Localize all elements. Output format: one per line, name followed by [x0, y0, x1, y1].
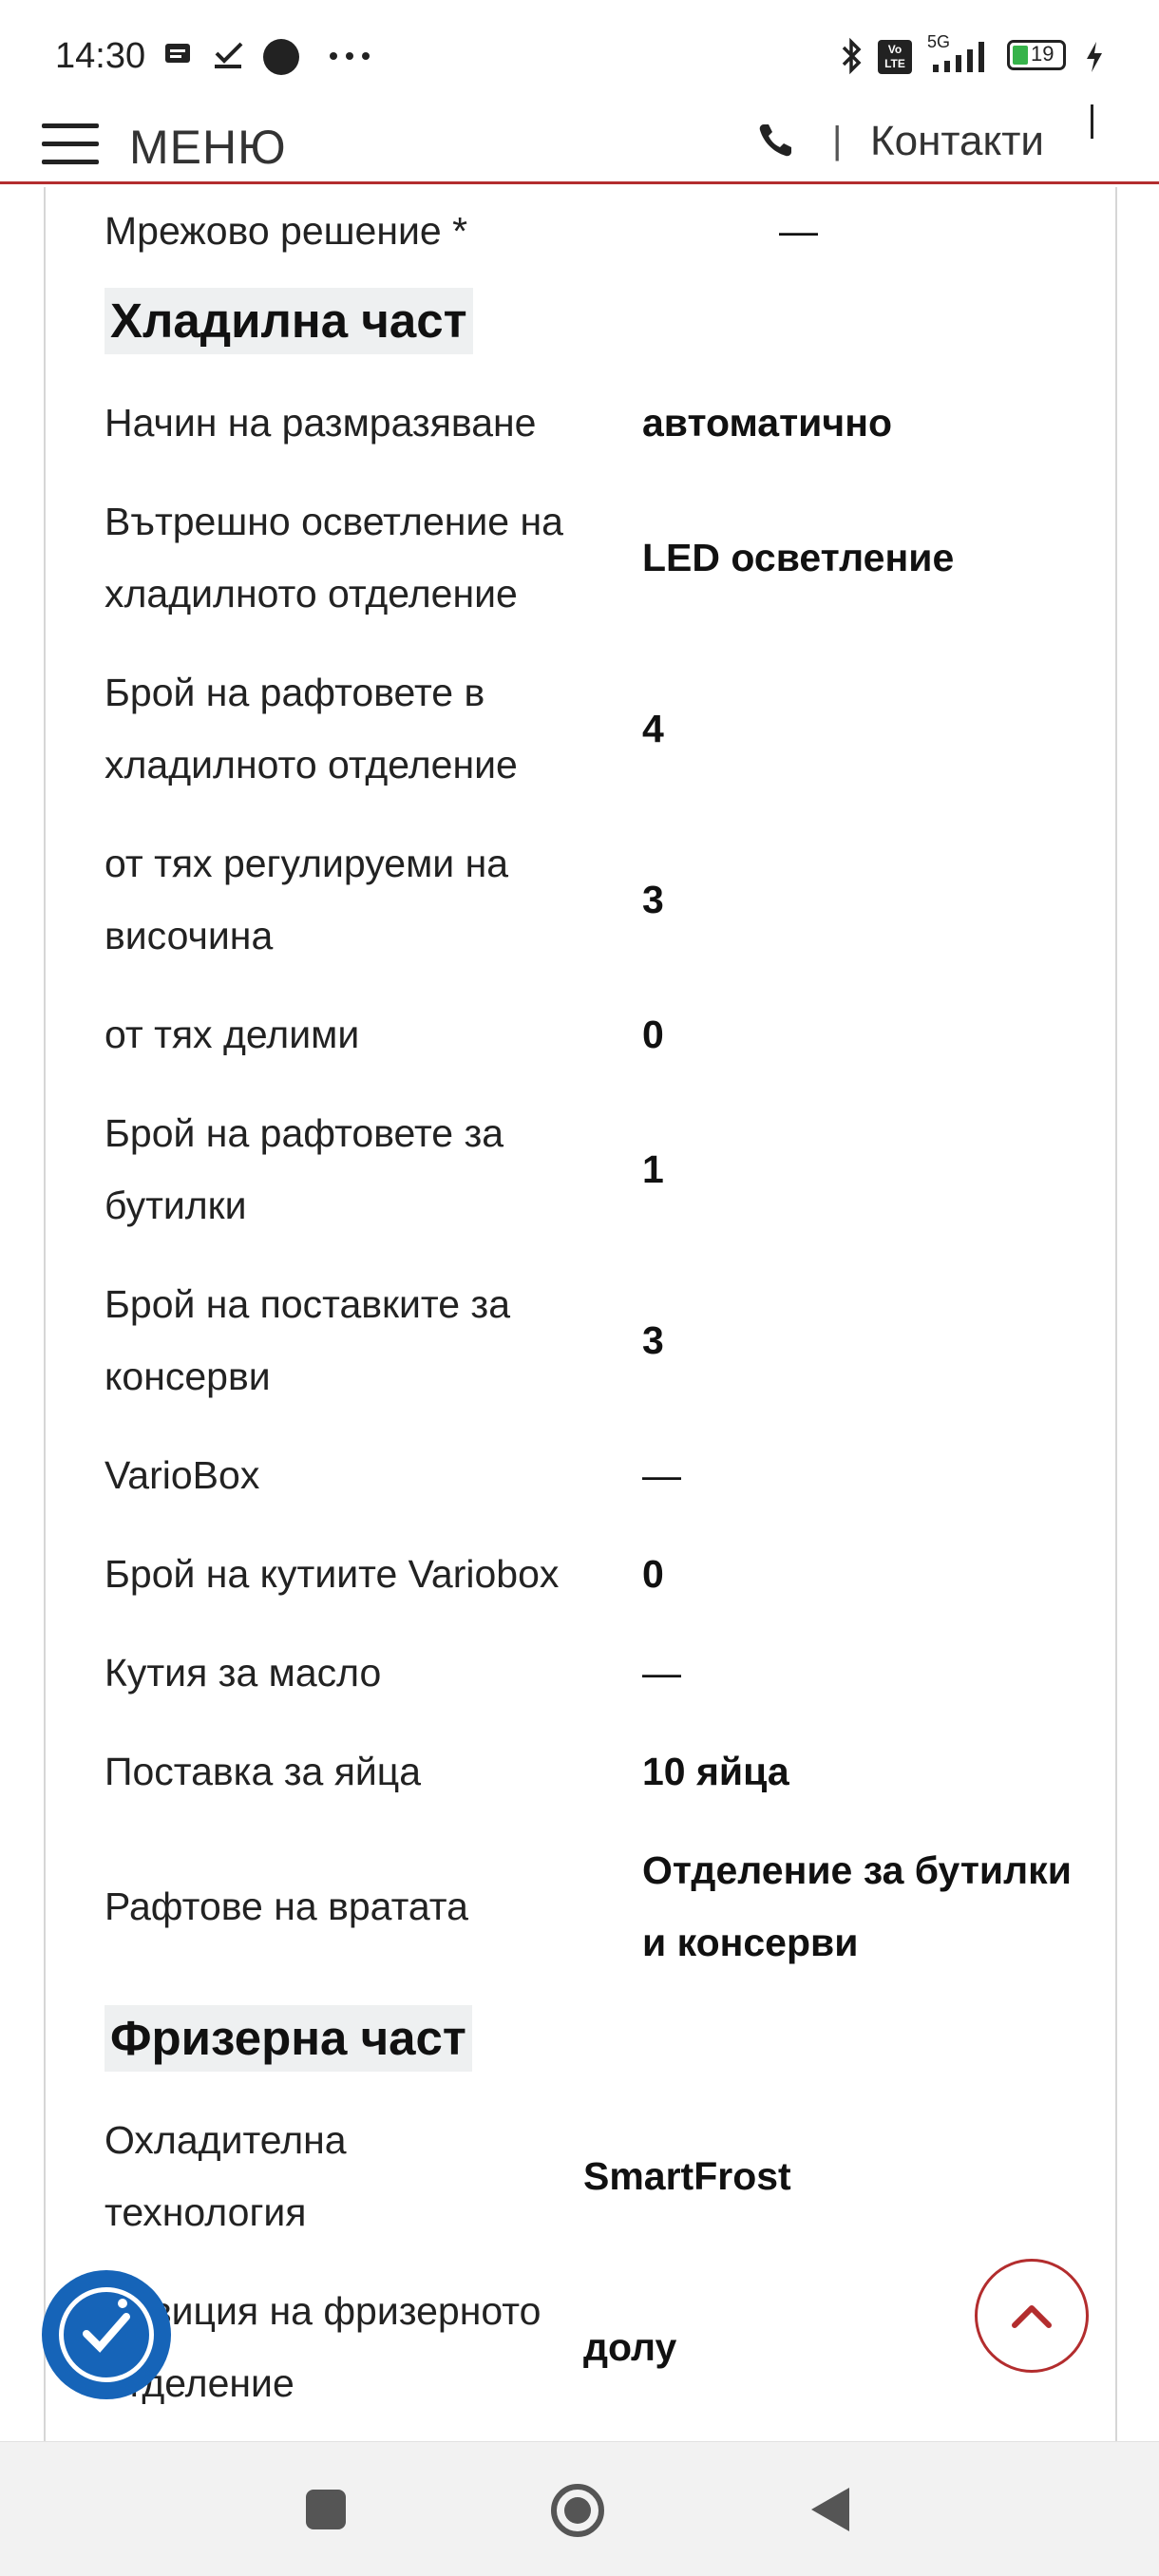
- spec-value: 3: [642, 1318, 664, 1362]
- spec-label: от тях делими: [104, 1013, 360, 1056]
- status-bar: 14:30 Vo LTE 5G 19: [0, 0, 1159, 99]
- spec-value: —: [642, 1651, 681, 1695]
- spec-label: Мрежово решение *: [104, 209, 468, 253]
- accessibility-button[interactable]: [42, 2270, 171, 2399]
- bluetooth-icon: [842, 37, 862, 75]
- spec-value: 0: [642, 1552, 664, 1596]
- status-time: 14:30: [55, 36, 146, 76]
- back-triangle-icon[interactable]: [808, 2484, 853, 2535]
- spec-value: долу: [583, 2325, 677, 2369]
- menu-label: МЕНЮ: [129, 121, 287, 174]
- contacts-link[interactable]: Контакти: [870, 118, 1044, 165]
- header-separator: |: [832, 120, 843, 161]
- record-icon: [263, 39, 299, 75]
- accessibility-icon: [59, 2287, 154, 2382]
- header-edge-mark: [1091, 104, 1093, 139]
- spec-label: VarioBox: [104, 1453, 260, 1497]
- spec-label: Брой на рафтовете в хладилното отделение: [104, 671, 518, 786]
- spec-label: Позиция на фризерното отделение: [104, 2289, 542, 2405]
- site-header: МЕНЮ | Контакти: [0, 99, 1159, 184]
- chevron-up-icon: [1012, 2305, 1052, 2328]
- spec-label: от тях регулируеми на височина: [104, 842, 509, 957]
- spec-value: 1: [642, 1147, 664, 1191]
- battery-icon: 19: [1007, 40, 1066, 70]
- spec-row-network: Мрежово решение * —: [104, 195, 1077, 267]
- phone-icon[interactable]: [756, 122, 794, 160]
- spec-label: Брой на рафтовете за бутилки: [104, 1111, 504, 1227]
- system-nav-bar: [0, 2441, 1159, 2576]
- message-icon: [165, 44, 190, 63]
- signal-icon: [933, 42, 984, 72]
- hamburger-icon: [42, 123, 99, 165]
- section-title-fridge: Хладилна част: [104, 288, 473, 354]
- spec-value: автоматично: [642, 401, 892, 445]
- charging-icon: [1087, 42, 1102, 72]
- spec-value: SmartFrost: [583, 2154, 791, 2198]
- spec-value: 3: [642, 878, 664, 921]
- spec-value: 4: [642, 707, 664, 750]
- spec-value: 0: [642, 1013, 664, 1056]
- spec-label: Рафтове на вратата: [104, 1885, 468, 1928]
- recents-square-icon[interactable]: [304, 2488, 348, 2531]
- spec-label: Охладителна технология: [104, 2118, 347, 2234]
- more-icon: [330, 52, 370, 60]
- spec-value: LED осветление: [642, 536, 955, 579]
- spec-label: Брой на кутиите Variobox: [104, 1552, 560, 1596]
- spec-label: Начин на размразяване: [104, 401, 537, 445]
- menu-button[interactable]: МЕНЮ: [40, 116, 306, 174]
- spec-label: Поставка за яйца: [104, 1750, 422, 1793]
- spec-label: Кутия за масло: [104, 1651, 382, 1695]
- check-icon: [215, 42, 243, 68]
- spec-label: Вътрешно осветление на хладилното отделе…: [104, 500, 563, 616]
- spec-value: —: [642, 1453, 681, 1497]
- home-circle-icon[interactable]: [549, 2482, 606, 2539]
- spec-value: 10 яйца: [642, 1750, 789, 1793]
- section-title-freezer: Фризерна част: [104, 2005, 472, 2072]
- spec-label: Брой на поставките за консерви: [104, 1282, 510, 1398]
- spec-value: Отделение за бутилки и консерви: [642, 1848, 1072, 1964]
- specs-content: Мрежово решение * — Хладилна част Начин …: [44, 187, 1117, 2441]
- scroll-to-top-button[interactable]: [975, 2259, 1089, 2373]
- spec-value: —: [779, 209, 818, 253]
- volte-icon: Vo LTE: [878, 40, 912, 74]
